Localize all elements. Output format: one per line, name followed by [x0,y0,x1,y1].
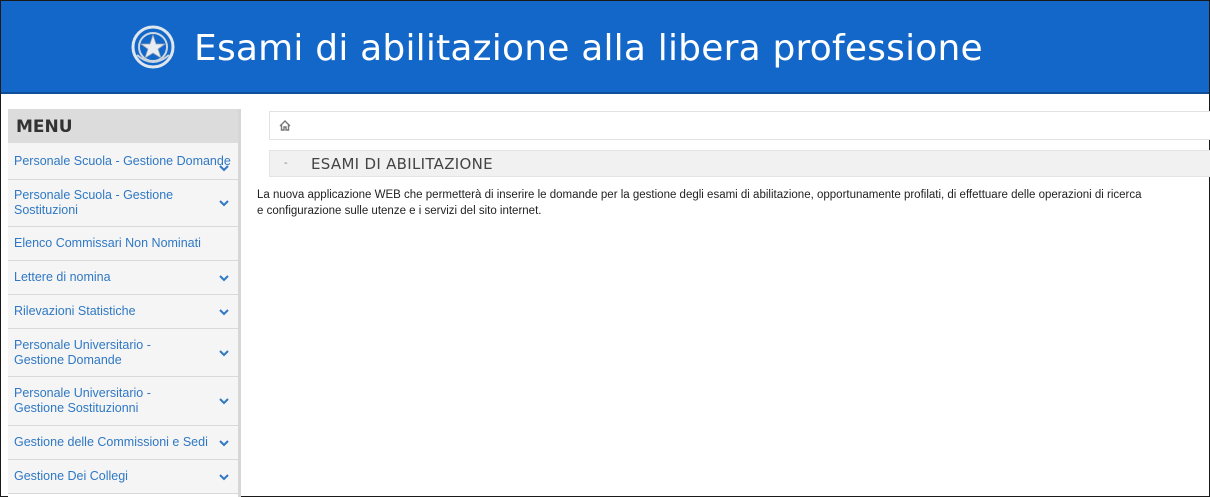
app-header: Esami di abilitazione alla libera profes… [1,1,1209,94]
sidebar-item-scuola-sostituzioni[interactable]: Personale Scuola - Gestione Sostituzioni [8,180,238,227]
section-header[interactable]: - ESAMI DI ABILITAZIONE [269,150,1210,177]
sidebar-item-label: Gestione delle Commissioni e Sedi [14,435,208,449]
chevron-down-icon [219,308,229,315]
chevron-down-icon [219,349,229,356]
italian-republic-emblem-icon [131,25,175,69]
sidebar-item-commissari-non-nominati[interactable]: Elenco Commissari Non Nominati [8,227,238,261]
sidebar-item-universitario-sostituzioni[interactable]: Personale Universitario - Gestione Sosti… [8,377,238,426]
sidebar-item-commissioni-sedi[interactable]: Gestione delle Commissioni e Sedi [8,426,238,460]
sidebar-item-label: Rilevazioni Statistiche [14,304,136,318]
section-title: ESAMI DI ABILITAZIONE [311,155,493,173]
home-icon[interactable] [279,120,291,131]
chevron-down-icon [219,274,229,281]
sidebar-item-universitario-domande[interactable]: Personale Universitario - Gestione Doman… [8,329,238,377]
breadcrumb [269,111,1210,140]
menu-title: MENU [8,109,238,143]
sidebar-menu: MENU Personale Scuola - Gestione Domande… [8,109,241,497]
chevron-down-icon [219,200,229,207]
sidebar-item-label: Personale Universitario - Gestione Sosti… [14,386,151,415]
sidebar-item-label: Personale Scuola - Gestione Domande [14,153,231,168]
app-title: Esami di abilitazione alla libera profes… [194,28,983,69]
main-content: - ESAMI DI ABILITAZIONE [269,111,1210,177]
sidebar-item-label: Lettere di nomina [14,270,111,284]
sidebar-item-label: Gestione Dei Collegi [14,469,128,483]
collapse-toggle-icon[interactable]: - [284,157,288,169]
description-line: e configurazione sulle utenze e i serviz… [257,205,542,217]
sidebar-item-collegi[interactable]: Gestione Dei Collegi [8,460,238,494]
chevron-down-icon [219,165,229,172]
sidebar-item-scuola-domande[interactable]: Personale Scuola - Gestione Domande [8,143,238,180]
description-line: La nuova applicazione WEB che permetterà… [257,189,1142,201]
chevron-down-icon [219,439,229,446]
sidebar-item-rilevazioni-statistiche[interactable]: Rilevazioni Statistiche [8,295,238,329]
chevron-down-icon [219,473,229,480]
sidebar-item-label: Personale Scuola - Gestione Sostituzioni [14,188,174,217]
page-description: La nuova applicazione WEB che permetterà… [257,187,1210,219]
sidebar-item-lettere-nomina[interactable]: Lettere di nomina [8,261,238,295]
sidebar-item-label: Personale Universitario - Gestione Doman… [14,337,151,367]
chevron-down-icon [219,398,229,405]
sidebar-item-label: Elenco Commissari Non Nominati [14,236,201,250]
